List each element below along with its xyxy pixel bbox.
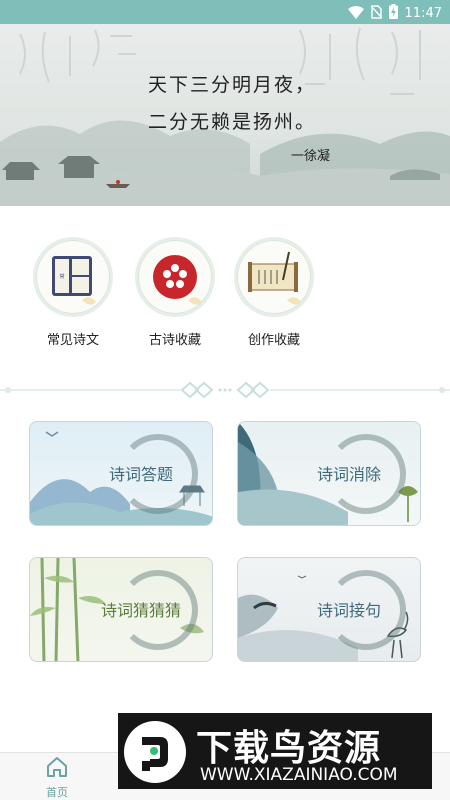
bird-logo-icon (124, 721, 186, 783)
battery-charging-icon (388, 4, 398, 23)
watermark-banner: 下载鸟资源 WWW.XIAZAINIAO.COM (118, 713, 432, 789)
no-sim-icon (370, 4, 383, 23)
home-icon (45, 757, 69, 782)
book-icon: 常 (33, 237, 113, 317)
category-label: 古诗收藏 (148, 333, 201, 348)
category-poem-collection[interactable]: 古诗收藏 (133, 237, 217, 348)
svg-text:常: 常 (59, 273, 64, 280)
game-title: 诗词消除 (316, 465, 381, 484)
category-label: 常见诗文 (46, 333, 99, 348)
game-title: 诗词猜猜猜 (100, 601, 181, 620)
poem-author: 一徐凝 (291, 149, 331, 164)
ornamental-divider (0, 381, 450, 399)
scroll-brush-icon (234, 237, 314, 317)
game-card-poem-guess[interactable]: 诗词猜猜猜 (29, 557, 213, 662)
status-time: 11:47 (404, 6, 442, 21)
wifi-icon (347, 4, 364, 23)
game-card-poem-quiz[interactable]: 诗词答题 (29, 421, 213, 526)
category-creation-collection[interactable]: 创作收藏 (232, 237, 316, 348)
watermark-title: 下载鸟资源 (196, 728, 382, 769)
game-card-poem-continue[interactable]: 诗词接句 (237, 557, 421, 662)
game-title: 诗词答题 (108, 465, 173, 484)
nav-home-label: 首页 (46, 786, 68, 799)
nav-home[interactable]: 首页 (27, 756, 87, 800)
category-common-poems[interactable]: 常 常见诗文 (31, 237, 115, 348)
poem-line-1: 天下三分明月夜， (148, 74, 317, 96)
watermark-url: WWW.XIAZAINIAO.COM (200, 765, 398, 785)
status-bar: 11:47 (0, 0, 450, 24)
hero-banner[interactable]: 天下三分明月夜， 二分无赖是扬州。 一徐凝 (0, 24, 450, 206)
game-card-poem-eliminate[interactable]: 诗词消除 (237, 421, 421, 526)
category-label: 创作收藏 (247, 333, 300, 348)
plum-blossom-icon (135, 237, 215, 317)
game-title: 诗词接句 (316, 601, 381, 620)
poem-line-2: 二分无赖是扬州。 (148, 111, 317, 133)
